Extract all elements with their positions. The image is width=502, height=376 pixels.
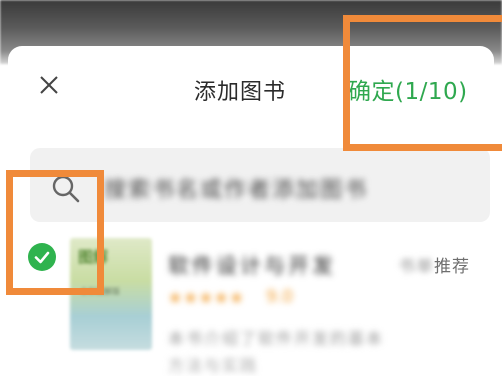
recommend-tag: 书单推荐 xyxy=(398,252,470,277)
rating-stars: ★★★★★ xyxy=(168,288,245,307)
recommend-source: 书单 xyxy=(398,257,434,277)
dialog-title: 添加图书 xyxy=(194,80,287,105)
close-icon xyxy=(40,76,58,94)
rating-score: 9.0 xyxy=(266,287,294,307)
book-description: 本书介绍了软件开发的基本 xyxy=(168,329,385,348)
highlight-box-confirm xyxy=(343,15,502,151)
book-title[interactable]: 软件设计与开发 xyxy=(168,250,336,280)
search-input[interactable]: 搜索书名或作者添加图书 xyxy=(104,172,368,204)
close-button[interactable] xyxy=(36,72,62,98)
book-description-2: 方法与实践 xyxy=(168,356,259,375)
recommend-label: 推荐 xyxy=(434,257,470,277)
highlight-box-checkbox xyxy=(6,170,104,295)
